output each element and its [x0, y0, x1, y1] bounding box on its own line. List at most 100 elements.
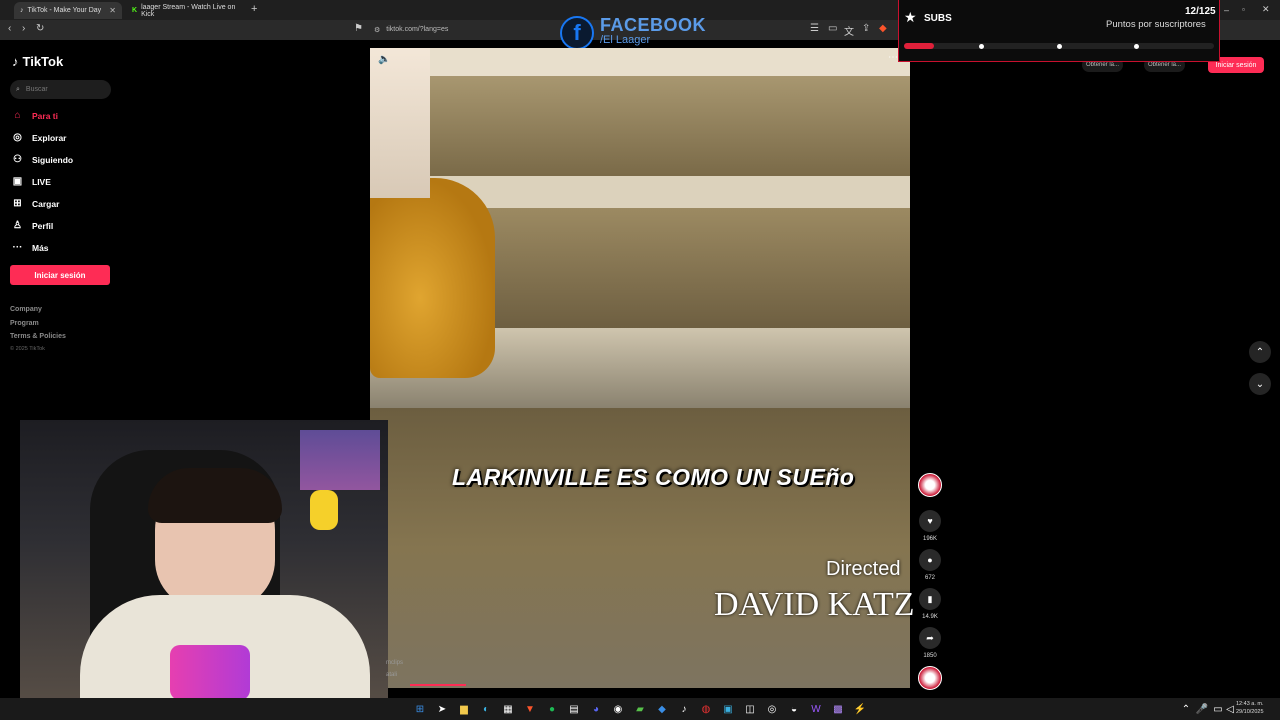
windows-start-icon[interactable]: ⊞ [412, 701, 428, 717]
forward-icon[interactable]: › [22, 23, 25, 34]
previous-video-button[interactable]: ⌃ [1249, 341, 1271, 363]
facebook-handle: /El Laager [600, 34, 651, 46]
edge-icon[interactable]: ◐ [478, 701, 494, 717]
chevron-down-icon: ⌄ [1255, 378, 1265, 390]
milestone-dot [1134, 44, 1139, 49]
store-icon[interactable]: ▦ [500, 701, 516, 717]
bookmark-page-icon[interactable]: ⚑ [354, 23, 363, 34]
copyright: © 2025 TikTok [10, 346, 45, 352]
share-page-icon[interactable]: ⇪ [862, 23, 870, 34]
video-progress-bar[interactable] [410, 684, 466, 686]
sidebar-item-siguiendo[interactable]: ⚇ Siguiendo [12, 154, 73, 165]
home-icon: ⌂ [14, 110, 21, 121]
subs-title: SUBS [924, 13, 952, 24]
tab-tiktok[interactable]: ♪ TikTok - Make Your Day ✕ [14, 2, 122, 19]
translate-icon[interactable]: 文 [844, 23, 854, 38]
watermark-line: atali [386, 672, 398, 678]
sidebar-item-explorar[interactable]: ◎ Explorar [12, 132, 66, 143]
volume-icon[interactable]: 🔈 [378, 54, 390, 65]
reader-icon[interactable]: ☰ [810, 23, 819, 34]
user-following-icon: ⚇ [13, 154, 22, 165]
spotify-icon[interactable]: ● [544, 701, 560, 717]
minimize-icon[interactable]: – [1224, 5, 1229, 15]
creator-avatar[interactable] [918, 473, 942, 497]
sidebar-item-live[interactable]: ▣ LIVE [12, 176, 51, 187]
app-icon[interactable]: ▩ [830, 701, 846, 717]
sidebar-item-perfil[interactable]: ♙ Perfil [12, 220, 53, 231]
brave-shield-icon[interactable]: ◆ [879, 23, 887, 34]
bookmark-button[interactable]: ▮ 14.9K [918, 588, 942, 620]
app-icon[interactable]: ◆ [654, 701, 670, 717]
rgb-light [300, 430, 380, 490]
milestone-dot [1057, 44, 1062, 49]
tab-title: TikTok - Make Your Day [27, 7, 102, 14]
calculator-icon[interactable]: ▤ [566, 701, 582, 717]
more-options-icon[interactable]: ⋯ [888, 52, 898, 63]
new-tab-button[interactable]: + [251, 3, 257, 15]
site-info-icon: ⚙ [374, 26, 381, 34]
avatar [918, 473, 942, 497]
tiktok-app-icon[interactable]: ♪ [676, 701, 692, 717]
app-icon[interactable]: ⚡ [852, 701, 868, 717]
close-icon[interactable]: ✕ [109, 6, 116, 15]
footer-link-terms[interactable]: Terms & Policies [10, 333, 66, 340]
sidebar-item-label: LIVE [32, 176, 51, 187]
tiktok-icon: ♪ [20, 7, 24, 14]
live-icon: ▣ [12, 176, 23, 187]
chrome-icon[interactable]: ◒ [786, 701, 802, 717]
login-button[interactable]: Iniciar sesión [10, 265, 110, 285]
record-icon[interactable]: ◍ [698, 701, 714, 717]
capture-icon[interactable]: ◉ [610, 701, 626, 717]
file-explorer-icon[interactable]: ▆ [456, 701, 472, 717]
music-disc[interactable] [918, 666, 942, 690]
video-credit-directed: Directed [826, 558, 901, 580]
video-scene [370, 48, 910, 76]
taskbar-clock[interactable]: 12:43 a. m. 29/10/2025 [1236, 700, 1264, 716]
like-button[interactable]: ♥ 196K [918, 510, 942, 542]
webcam-watermark: mclips atali [386, 660, 403, 678]
star-icon: ★ [904, 9, 917, 25]
sidebar-item-cargar[interactable]: ⊞ Cargar [12, 198, 59, 209]
comment-icon: ● [919, 549, 941, 571]
video-credit-name: DAVID KATZ [714, 586, 915, 623]
sidebar-item-mas[interactable]: ··· Más [12, 242, 49, 253]
tab-kick[interactable]: K laager Stream - Watch Live on Kick [126, 2, 244, 19]
bookmark-count: 14.9K [922, 614, 938, 620]
share-button[interactable]: ➦ 1850 [918, 627, 942, 659]
tiktok-logo[interactable]: ♪ TikTok [12, 54, 63, 69]
reload-icon[interactable]: ↻ [36, 23, 44, 34]
screen-icon[interactable]: ▭ [828, 23, 837, 34]
telegram-icon[interactable]: ➤ [434, 701, 450, 717]
streamlabs-icon[interactable]: W [808, 701, 824, 717]
search-icon: ⌕ [16, 85, 20, 93]
footer-link-company[interactable]: Company [10, 306, 42, 313]
clock-time: 12:43 a. m. [1236, 701, 1264, 707]
pikachu-plush [310, 490, 338, 530]
sidebar-item-label: Cargar [32, 198, 60, 209]
subs-widget [898, 0, 1220, 62]
notepad-icon[interactable]: ▰ [632, 701, 648, 717]
app-icon[interactable]: ◫ [742, 701, 758, 717]
back-icon[interactable]: ‹ [8, 23, 11, 34]
search-placeholder: Buscar [25, 86, 48, 93]
subs-subtitle: Puntos por suscriptores [1106, 19, 1206, 30]
tray-chevron-icon[interactable]: ⌃ [1178, 701, 1194, 717]
footer-link-program[interactable]: Program [10, 320, 39, 327]
leg [370, 48, 430, 198]
button-label: Obtener la... [1148, 62, 1182, 68]
sidebar-item-para-ti[interactable]: ⌂ Para ti [12, 110, 58, 121]
brave-icon[interactable]: ▼ [522, 701, 538, 717]
app-icon[interactable]: ▣ [720, 701, 736, 717]
search-input[interactable]: ⌕ Buscar [10, 80, 111, 99]
discord-icon[interactable]: ◕ [588, 701, 604, 717]
next-video-button[interactable]: ⌄ [1249, 373, 1271, 395]
like-count: 196K [922, 536, 937, 542]
video-scene [370, 76, 910, 176]
comment-button[interactable]: ● 672 [918, 549, 942, 581]
obs-icon[interactable]: ◎ [764, 701, 780, 717]
maximize-icon[interactable]: ▫ [1242, 5, 1245, 14]
close-window-icon[interactable]: ✕ [1262, 4, 1270, 15]
microphone-tray-icon[interactable]: 🎤 [1194, 701, 1210, 717]
button-label: Obtener la... [1086, 62, 1120, 68]
microphone [170, 645, 250, 700]
